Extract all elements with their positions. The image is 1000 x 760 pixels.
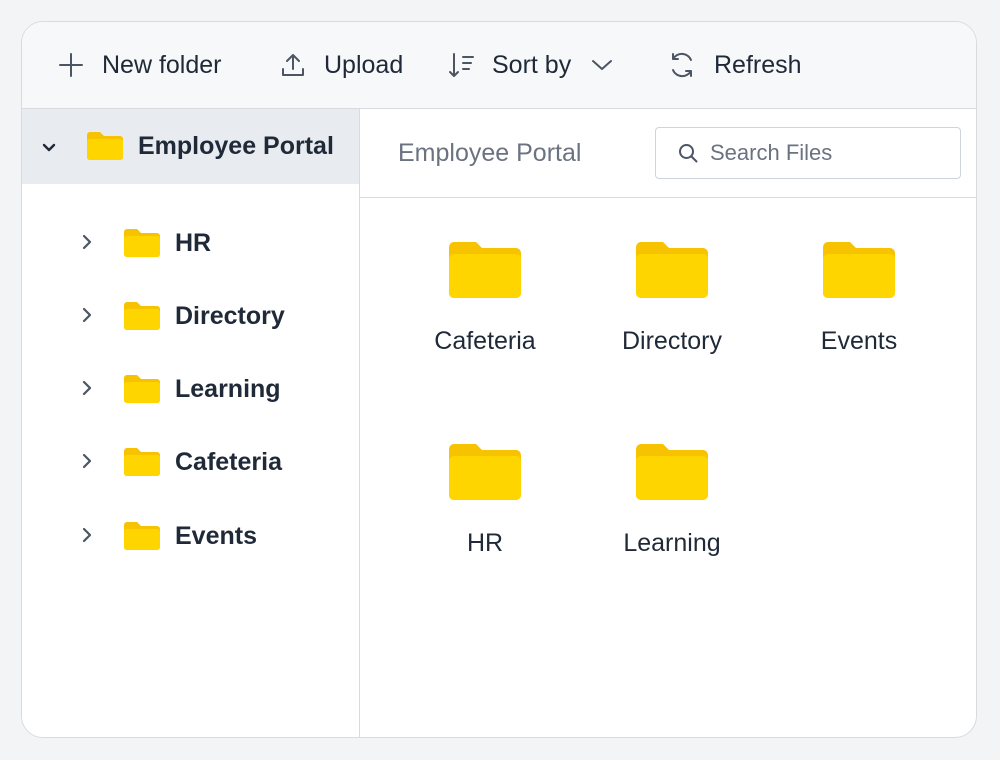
folder-tile-label: HR (466, 529, 504, 557)
chevron-right-icon[interactable] (82, 380, 92, 401)
tree-item-label: Employee Portal (138, 132, 334, 160)
folder-icon (784, 241, 934, 299)
file-view: Employee Portal Cafeteria Directory (360, 109, 976, 737)
tree-item-employee-portal[interactable]: Employee Portal (22, 109, 359, 184)
tree-item-hr[interactable]: HR (22, 213, 359, 273)
refresh-icon (668, 51, 696, 79)
folder-tile-hr[interactable]: HR (410, 443, 560, 593)
chevron-right-icon[interactable] (82, 307, 92, 328)
tree-item-events[interactable]: Events (22, 506, 359, 566)
folder-tile-events[interactable]: Events (784, 241, 934, 391)
tree-item-label: Cafeteria (175, 448, 282, 476)
file-manager-window: New folder Upload Sort by Refresh Employ… (21, 21, 977, 738)
folder-icon (123, 228, 161, 263)
refresh-button[interactable]: Refresh (668, 22, 802, 108)
tree-item-directory[interactable]: Directory (22, 286, 359, 346)
tree-item-learning[interactable]: Learning (22, 359, 359, 419)
folder-icon (123, 301, 161, 336)
folder-icon (410, 443, 560, 501)
tree-item-label: HR (175, 229, 212, 257)
search-box[interactable] (655, 127, 961, 179)
sort-by-button[interactable]: Sort by (448, 22, 613, 108)
tree-item-label: Events (175, 522, 257, 550)
chevron-right-icon[interactable] (82, 234, 92, 255)
folder-icon (123, 447, 161, 482)
folder-icon (597, 443, 747, 501)
chevron-down-icon (591, 58, 613, 72)
folder-tile-directory[interactable]: Directory (597, 241, 747, 391)
plus-icon (58, 52, 84, 78)
folder-tile-label: Cafeteria (434, 327, 536, 355)
upload-button[interactable]: Upload (280, 22, 403, 108)
refresh-label: Refresh (714, 50, 802, 79)
upload-label: Upload (324, 50, 404, 79)
sort-by-label: Sort by (492, 50, 572, 79)
upload-icon (280, 52, 306, 78)
sort-icon (448, 51, 476, 79)
folder-tree: Employee Portal HR Directory Learning Ca… (22, 109, 360, 737)
folder-tile-label: Directory (621, 327, 722, 355)
file-view-header: Employee Portal (360, 109, 976, 198)
folder-icon (123, 374, 161, 409)
chevron-down-icon[interactable] (42, 140, 56, 158)
folder-icon (86, 131, 124, 166)
search-icon (678, 143, 698, 163)
folder-tile-label: Learning (623, 529, 721, 557)
folder-icon (597, 241, 747, 299)
chevron-right-icon[interactable] (82, 527, 92, 548)
tree-item-label: Learning (175, 375, 281, 403)
chevron-right-icon[interactable] (82, 453, 92, 474)
tree-item-cafeteria[interactable]: Cafeteria (22, 432, 359, 492)
breadcrumb: Employee Portal (398, 139, 582, 167)
folder-tile-label: Events (820, 327, 898, 355)
search-input[interactable] (708, 139, 952, 167)
folder-icon (123, 521, 161, 556)
new-folder-button[interactable]: New folder (58, 22, 222, 108)
folder-tile-cafeteria[interactable]: Cafeteria (410, 241, 560, 391)
folder-tile-learning[interactable]: Learning (597, 443, 747, 593)
folder-icon (410, 241, 560, 299)
tree-item-label: Directory (175, 302, 285, 330)
new-folder-label: New folder (102, 50, 222, 79)
toolbar: New folder Upload Sort by Refresh (22, 22, 976, 109)
